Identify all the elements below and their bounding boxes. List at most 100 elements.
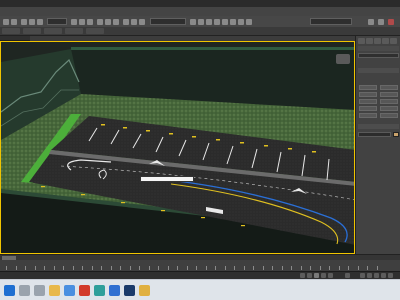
- object-type-button[interactable]: [380, 85, 398, 90]
- trackbar-tick: [291, 266, 292, 270]
- region-select-icon[interactable]: [87, 19, 93, 25]
- zoom-extents-icon[interactable]: [381, 273, 386, 278]
- 3dsmax-icon[interactable]: [94, 285, 105, 296]
- close-icon[interactable]: [388, 19, 394, 25]
- object-type-button[interactable]: [359, 99, 377, 104]
- go-to-start-icon[interactable]: [300, 273, 305, 278]
- name-and-color-header[interactable]: [358, 124, 399, 129]
- trackbar[interactable]: (function(){ var bar = document.currentS…: [0, 260, 400, 271]
- trackbar-tick: [205, 266, 207, 270]
- align-icon[interactable]: [198, 19, 204, 25]
- snap-icon[interactable]: [123, 19, 129, 25]
- play-icon[interactable]: [314, 273, 319, 278]
- ribbon-tab[interactable]: [23, 28, 41, 34]
- render-icon[interactable]: [246, 19, 252, 25]
- layer-explorer-icon[interactable]: [206, 19, 212, 25]
- menu-item[interactable]: [55, 9, 69, 14]
- menu-item[interactable]: [123, 9, 137, 14]
- tray-weather[interactable]: [300, 288, 330, 293]
- curve-editor-icon[interactable]: [214, 19, 220, 25]
- rotate-icon[interactable]: [105, 19, 111, 25]
- object-type-button[interactable]: [359, 106, 377, 111]
- mail-icon[interactable]: [109, 285, 120, 296]
- task-view-icon[interactable]: [34, 285, 45, 296]
- object-color-swatch[interactable]: [393, 132, 399, 137]
- search-icon[interactable]: [19, 285, 30, 296]
- clock-time[interactable]: [370, 284, 396, 289]
- angle-snap-icon[interactable]: [131, 19, 137, 25]
- menu-item[interactable]: [157, 9, 171, 14]
- menu-item[interactable]: [72, 9, 86, 14]
- object-type-button[interactable]: [380, 106, 398, 111]
- object-type-button[interactable]: [380, 92, 398, 97]
- ribbon-tab[interactable]: [65, 28, 83, 34]
- material-editor-icon[interactable]: [230, 19, 236, 25]
- chrome-icon[interactable]: [64, 285, 75, 296]
- selection-filter-dropdown[interactable]: [47, 18, 67, 25]
- acrobat-icon[interactable]: [79, 285, 90, 296]
- menu-item[interactable]: [89, 9, 103, 14]
- viewport-perspective[interactable]: [0, 41, 355, 254]
- menu-item[interactable]: [106, 9, 120, 14]
- folder-icon[interactable]: [139, 285, 150, 296]
- object-type-button[interactable]: [359, 92, 377, 97]
- maximize-viewport-icon[interactable]: [388, 273, 393, 278]
- menu-item[interactable]: [225, 9, 239, 14]
- select-by-name-icon[interactable]: [79, 19, 85, 25]
- bind-icon[interactable]: [37, 19, 43, 25]
- mirror-icon[interactable]: [190, 19, 196, 25]
- unlink-icon[interactable]: [29, 19, 35, 25]
- file-explorer-icon[interactable]: [49, 285, 60, 296]
- object-type-header[interactable]: [358, 68, 399, 73]
- ribbon-tab[interactable]: [86, 28, 104, 34]
- render-setup-icon[interactable]: [238, 19, 244, 25]
- menu-item[interactable]: [140, 9, 154, 14]
- minimize-icon[interactable]: [368, 19, 374, 25]
- parking-lot-scene[interactable]: [1, 42, 355, 254]
- windows-start-icon[interactable]: [4, 285, 15, 296]
- select-object-icon[interactable]: [71, 19, 77, 25]
- menu-item[interactable]: [38, 9, 52, 14]
- named-selection-set-field[interactable]: [150, 18, 186, 25]
- object-type-button[interactable]: [380, 99, 398, 104]
- pan-icon[interactable]: [367, 273, 372, 278]
- menu-item[interactable]: [174, 9, 188, 14]
- orbit-icon[interactable]: [374, 273, 379, 278]
- scale-icon[interactable]: [113, 19, 119, 25]
- ribbon-tab[interactable]: [44, 28, 62, 34]
- maximize-icon[interactable]: [378, 19, 384, 25]
- ribbon-tab[interactable]: [2, 28, 20, 34]
- go-to-end-icon[interactable]: [328, 273, 333, 278]
- schematic-view-icon[interactable]: [222, 19, 228, 25]
- modify-tab-icon[interactable]: [366, 38, 373, 44]
- menu-item[interactable]: [4, 9, 18, 14]
- create-tab-icon[interactable]: [358, 38, 365, 44]
- trackbar-tick: [53, 266, 55, 270]
- next-frame-icon[interactable]: [321, 273, 326, 278]
- move-icon[interactable]: [97, 19, 103, 25]
- clock-date[interactable]: [366, 291, 396, 296]
- hierarchy-tab-icon[interactable]: [374, 38, 381, 44]
- undo-icon[interactable]: [3, 19, 9, 25]
- menu-item[interactable]: [21, 9, 35, 14]
- object-type-button[interactable]: [380, 113, 398, 118]
- zoom-icon[interactable]: [360, 273, 365, 278]
- view-cube-icon[interactable]: [336, 54, 350, 64]
- motion-tab-icon[interactable]: [382, 38, 389, 44]
- menu-item[interactable]: [242, 9, 256, 14]
- object-type-button[interactable]: [359, 113, 377, 118]
- menu-item[interactable]: [191, 9, 205, 14]
- redo-icon[interactable]: [11, 19, 17, 25]
- object-category-dropdown[interactable]: [358, 53, 399, 58]
- key-mode-icon[interactable]: [345, 273, 350, 278]
- object-name-field[interactable]: [358, 132, 391, 137]
- photoshop-icon[interactable]: [124, 285, 135, 296]
- display-tab-icon[interactable]: [390, 38, 397, 44]
- workspace-dropdown[interactable]: [310, 18, 352, 25]
- previous-frame-icon[interactable]: [307, 273, 312, 278]
- menu-item[interactable]: [208, 9, 222, 14]
- link-icon[interactable]: [21, 19, 27, 25]
- percent-snap-icon[interactable]: [139, 19, 145, 25]
- object-type-button[interactable]: [359, 85, 377, 90]
- trackbar-tick: [72, 266, 74, 270]
